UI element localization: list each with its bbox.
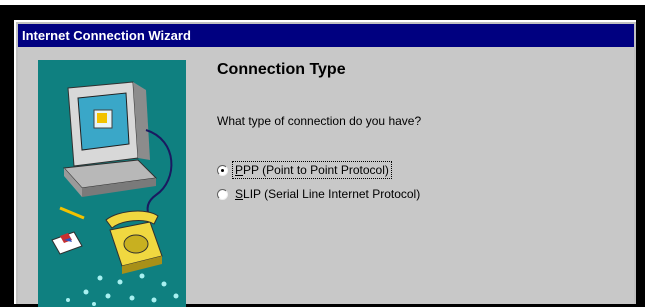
ppp-radio-button[interactable] — [217, 164, 228, 176]
window-title: Internet Connection Wizard — [22, 28, 191, 43]
ppp-radio-option[interactable]: PPP (Point to Point Protocol) — [217, 161, 392, 179]
slip-mnemonic: S — [235, 187, 244, 201]
slip-label-text: LIP (Serial Line Internet Protocol) — [243, 187, 421, 201]
title-bar[interactable]: Internet Connection Wizard — [18, 24, 634, 47]
wizard-content: Connection Type What type of connection … — [18, 47, 634, 307]
telephone-icon — [105, 210, 163, 274]
ppp-label[interactable]: PPP (Point to Point Protocol) — [232, 161, 392, 179]
wizard-illustration — [38, 60, 186, 307]
slip-radio-button[interactable] — [217, 188, 228, 200]
slip-radio-option[interactable]: SLIP (Serial Line Internet Protocol) — [217, 185, 422, 203]
computer-monitor-icon — [62, 81, 158, 197]
page-heading: Connection Type — [217, 61, 346, 78]
network-dots — [66, 273, 179, 306]
ppp-label-text: PP (Point to Point Protocol) — [243, 163, 389, 177]
radio-selected-dot — [221, 168, 224, 172]
ppp-mnemonic: P — [235, 163, 244, 177]
wizard-window: Internet Connection Wizard Connection Ty… — [14, 20, 636, 307]
slip-label[interactable]: SLIP (Serial Line Internet Protocol) — [233, 186, 422, 202]
computer-telephone-illustration — [51, 81, 179, 306]
envelope-icon — [51, 231, 83, 255]
connection-question: What type of connection do you have? — [217, 114, 422, 128]
